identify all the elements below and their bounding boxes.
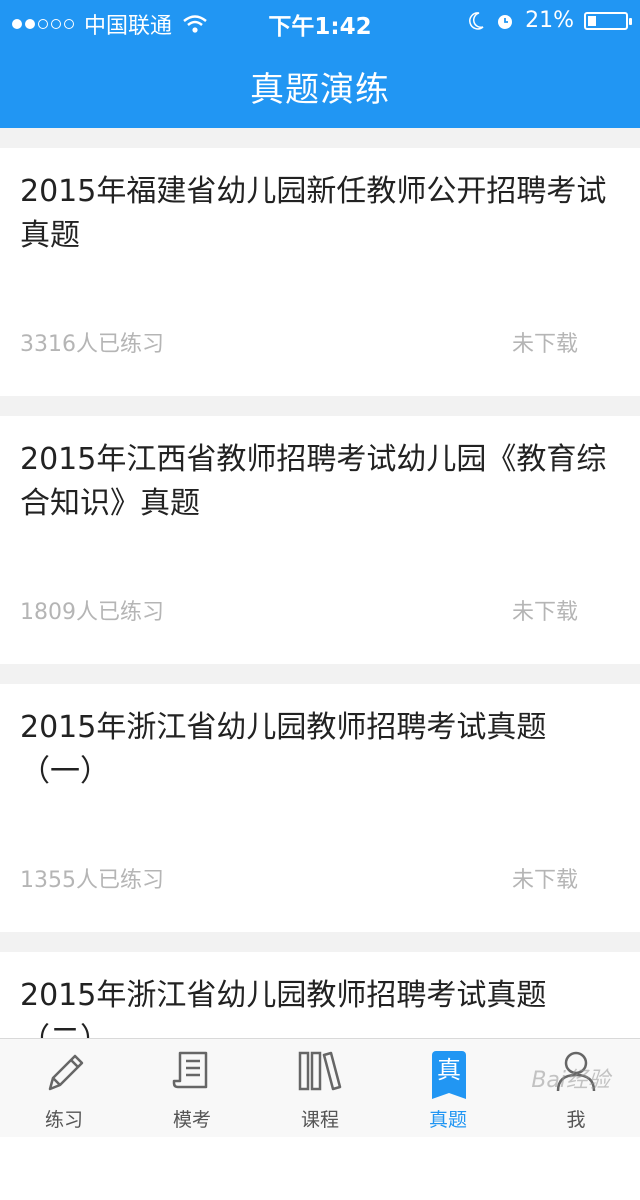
exam-card[interactable]: 2015年福建省幼儿园新任教师公开招聘考试真题 3316人已练习 未下载 xyxy=(0,148,640,396)
download-status[interactable]: 未下载 xyxy=(512,862,578,894)
tab-mock-exam[interactable]: 模考 xyxy=(128,1039,256,1137)
download-status[interactable]: 未下载 xyxy=(512,594,578,626)
download-status[interactable]: 未下载 xyxy=(512,326,578,358)
tab-label: 我 xyxy=(566,1109,586,1131)
moon-icon xyxy=(469,11,484,30)
tab-practice[interactable]: 练习 xyxy=(0,1039,128,1137)
battery-icon xyxy=(584,11,632,30)
exam-title: 2015年浙江省幼儿园教师招聘考试真题（一） xyxy=(20,710,547,789)
practice-count: 1809人已练习 xyxy=(20,600,164,625)
badge-ribbon xyxy=(432,1092,466,1099)
tab-label: 真题 xyxy=(428,1109,467,1131)
battery-fill xyxy=(588,15,596,26)
tab-real-exams[interactable]: 真 真题 xyxy=(384,1039,512,1137)
tab-label: 模考 xyxy=(172,1109,211,1131)
alarm-icon xyxy=(498,14,513,29)
exam-card[interactable]: 2015年浙江省幼儿园教师招聘考试真题（一） 1355人已练习 未下载 xyxy=(0,684,640,932)
status-bar: 中国联通 下午1:42 21% xyxy=(0,0,640,40)
tab-label: 课程 xyxy=(300,1109,339,1131)
pencil-icon xyxy=(48,1054,84,1091)
zhen-badge-icon: 真 xyxy=(432,1051,466,1099)
scroll-icon xyxy=(172,1051,208,1089)
tab-courses[interactable]: 课程 xyxy=(256,1039,384,1137)
watermark: Bai经验 xyxy=(531,1068,610,1093)
books-icon xyxy=(298,1051,342,1091)
exam-card[interactable]: 2015年江西省教师招聘考试幼儿园《教育综合知识》真题 1809人已练习 未下载 xyxy=(0,416,640,664)
practice-count: 3316人已练习 xyxy=(20,332,164,357)
battery-percent: 21% xyxy=(525,8,574,33)
badge-text: 真 xyxy=(437,1056,461,1084)
tab-label: 练习 xyxy=(44,1109,83,1131)
practice-count: 1355人已练习 xyxy=(20,868,164,893)
exam-title: 2015年江西省教师招聘考试幼儿园《教育综合知识》真题 xyxy=(20,442,607,521)
nav-bar: 真题演练 xyxy=(0,40,640,128)
exam-title: 2015年福建省幼儿园新任教师公开招聘考试真题 xyxy=(20,174,607,253)
page-title: 真题演练 xyxy=(250,70,390,110)
